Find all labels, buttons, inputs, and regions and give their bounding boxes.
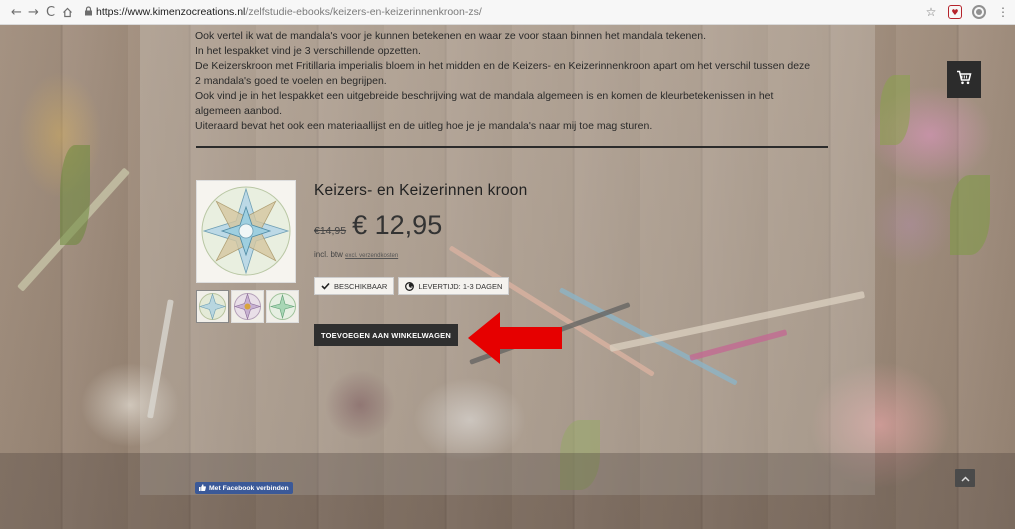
browser-toolbar: ← → C https://www.kimenzocreations.nl/ze… bbox=[0, 0, 1015, 25]
product-thumbnail[interactable] bbox=[266, 290, 299, 323]
old-price: €14,95 bbox=[314, 225, 347, 237]
url-path: /zelfstudie-ebooks/keizers-en-keizerinne… bbox=[245, 6, 482, 18]
delivery-time-label: LEVERTIJD: 1-3 DAGEN bbox=[418, 281, 503, 291]
back-icon[interactable]: ← bbox=[8, 2, 25, 22]
lock-icon bbox=[84, 5, 96, 19]
current-price: € 12,95 bbox=[352, 210, 443, 240]
checkmark-icon bbox=[321, 282, 330, 290]
extension-icon[interactable]: ♥ bbox=[947, 3, 963, 21]
availability-label: BESCHIKBAAR bbox=[334, 281, 388, 291]
description-line: 2 mandala's goed te voelen en begrijpen. bbox=[195, 75, 387, 87]
section-divider bbox=[196, 146, 828, 148]
chevron-up-icon bbox=[960, 469, 970, 487]
add-to-cart-button[interactable]: TOEVOEGEN AAN WINKELWAGEN bbox=[314, 324, 458, 346]
url-host: https://www.kimenzocreations.nl bbox=[96, 6, 246, 18]
forward-icon[interactable]: → bbox=[25, 2, 42, 22]
description-line: Ook vind je in het lespakket een uitgebr… bbox=[195, 90, 774, 102]
description-line: Ook vertel ik wat de mandala's voor je k… bbox=[195, 30, 706, 42]
reload-icon[interactable]: C bbox=[42, 2, 59, 22]
product-main-image[interactable] bbox=[196, 180, 296, 283]
description-line: algemeen aanbod. bbox=[195, 105, 282, 117]
product-thumbnail[interactable] bbox=[231, 290, 264, 323]
address-bar[interactable]: https://www.kimenzocreations.nl/zelfstud… bbox=[84, 2, 944, 22]
description-line: Uiteraard bevat het ook een materiaallij… bbox=[195, 120, 653, 132]
delivery-time-badge: LEVERTIJD: 1-3 DAGEN bbox=[398, 277, 510, 295]
availability-badge: BESCHIKBAAR bbox=[314, 277, 395, 295]
facebook-like-icon bbox=[199, 483, 206, 493]
tax-info: incl. btw excl. verzendkosten bbox=[314, 250, 398, 259]
facebook-connect-label: Met Facebook verbinden bbox=[209, 484, 289, 492]
product-thumbnail[interactable] bbox=[196, 290, 229, 323]
shopping-cart-icon bbox=[956, 70, 972, 90]
profile-icon[interactable] bbox=[971, 3, 987, 21]
back-to-top-button[interactable] bbox=[955, 469, 975, 487]
annotation-arrow-icon bbox=[468, 312, 562, 364]
shopping-cart-button[interactable] bbox=[947, 61, 981, 98]
description-line: De Keizerskroon met Fritillaria imperial… bbox=[195, 60, 811, 72]
star-icon[interactable]: ☆ bbox=[923, 3, 939, 21]
footer bbox=[0, 453, 1015, 529]
description-line: In het lespakket vind je 3 verschillende… bbox=[195, 45, 421, 57]
clock-icon bbox=[405, 281, 415, 291]
shipping-costs-link[interactable]: excl. verzendkosten bbox=[345, 253, 398, 259]
product-description: Ook vertel ik wat de mandala's voor je k… bbox=[195, 29, 855, 134]
facebook-connect-button[interactable]: Met Facebook verbinden bbox=[195, 482, 293, 494]
home-icon[interactable] bbox=[59, 2, 76, 22]
product-title: Keizers- en Keizerinnen kroon bbox=[314, 182, 528, 199]
tax-label: incl. btw bbox=[314, 250, 343, 259]
menu-icon[interactable]: ⋮ bbox=[995, 3, 1011, 21]
